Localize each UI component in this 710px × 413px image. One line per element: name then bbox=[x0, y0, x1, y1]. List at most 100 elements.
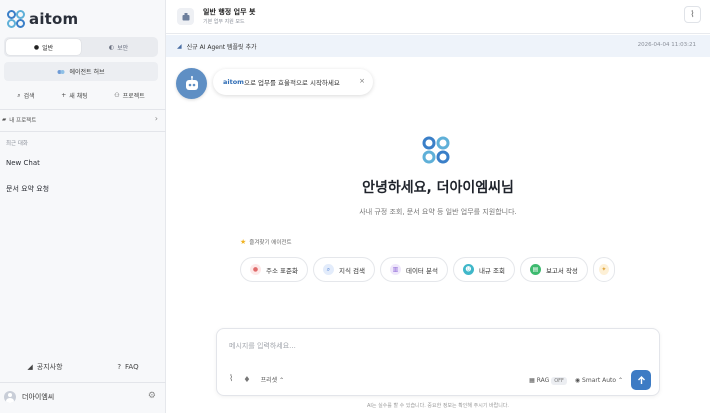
megaphone-icon: ◢ bbox=[177, 42, 182, 50]
bot-subtitle: 기본 업무 지원 모드 bbox=[203, 19, 245, 25]
folder-icon: ▰ bbox=[2, 117, 7, 123]
bubble-brand: aitom bbox=[223, 78, 244, 86]
notice-text: 신규 AI Agent 템플릿 추가 bbox=[186, 43, 257, 51]
favorites-label: ★ 즐겨찾기 에이전트 bbox=[240, 238, 292, 246]
chip-more[interactable]: ✦ bbox=[592, 257, 615, 282]
quick-label: 새 채팅 bbox=[69, 93, 88, 100]
mode-tab-general[interactable]: ● 일반 bbox=[6, 39, 81, 55]
chip-label: 보고서 작성 bbox=[545, 266, 578, 275]
notice-bar[interactable]: ◢ 신규 AI Agent 템플릿 추가 2026-04-04 11:03:21 bbox=[166, 35, 710, 57]
close-icon[interactable]: × bbox=[359, 77, 365, 85]
quick-label: 프로젝트 bbox=[122, 93, 145, 100]
chip-label: 내규 조회 bbox=[478, 266, 505, 275]
logo-text: aitom bbox=[29, 10, 79, 28]
notice-time: 2026-04-04 11:03:21 bbox=[637, 42, 696, 48]
robot-icon: ☻ bbox=[462, 264, 474, 275]
main-area: 일반 행정 업무 봇 기본 업무 지원 모드 ⌇ ◢ 신규 AI Agent 템… bbox=[166, 0, 710, 413]
mic-icon[interactable]: ♦ bbox=[243, 375, 250, 384]
faq-link-label: FAQ bbox=[125, 363, 139, 371]
project-icon: ⚇ bbox=[114, 92, 120, 99]
map-pin-icon: ● bbox=[250, 264, 261, 275]
app: aitom ● 일반 ◐ 보안 에이전트 허브 ⌕ 검색 + 새 채팅 ⚇ 프로… bbox=[0, 0, 710, 413]
robot-avatar[interactable] bbox=[176, 68, 207, 99]
chip-regulation[interactable]: ☻ 내규 조회 bbox=[452, 257, 515, 282]
divider bbox=[0, 131, 166, 132]
mode-tab-secure[interactable]: ◐ 보안 bbox=[81, 39, 156, 55]
sidebar-bottom-links: ◢ 공지사항 ? FAQ bbox=[0, 356, 166, 378]
chip-label: 지식 검색 bbox=[338, 266, 365, 275]
rag-state: OFF bbox=[551, 376, 567, 385]
notice-link[interactable]: ◢ 공지사항 bbox=[27, 362, 62, 372]
composer-tools-right: ▦ RAG OFF ◉ Smart Auto ⌃ bbox=[529, 370, 651, 390]
bubble-message: 으로 업무를 효율적으로 시작하세요 bbox=[243, 79, 340, 87]
robot-icon bbox=[185, 75, 198, 90]
preset-dropdown[interactable]: 프리셋 ⌃ bbox=[261, 375, 285, 384]
arrow-up-icon bbox=[637, 375, 645, 384]
project-button[interactable]: ⚇ 프로젝트 bbox=[114, 91, 144, 100]
greeting-title: 안녕하세요, 더아이엠씨님 bbox=[362, 180, 514, 196]
preset-label: 프리셋 bbox=[260, 376, 278, 384]
faq-link[interactable]: ? FAQ bbox=[117, 363, 138, 371]
chevron-right-icon: › bbox=[154, 114, 158, 123]
model-icon: ◉ bbox=[574, 376, 581, 384]
chat-item[interactable]: 문서 요약 요청 bbox=[6, 184, 49, 194]
send-button[interactable] bbox=[631, 370, 651, 390]
chip-data-analysis[interactable]: ▥ 데이터 분석 bbox=[379, 257, 448, 282]
agent-hub-button[interactable]: 에이전트 허브 bbox=[4, 62, 158, 81]
paperclip-icon: ⌇ bbox=[690, 9, 695, 20]
user-profile[interactable]: 더아이엠씨 ⚙ bbox=[4, 388, 160, 406]
chevron-up-icon: ⌃ bbox=[617, 376, 623, 384]
megaphone-icon: ◢ bbox=[27, 363, 33, 371]
divider bbox=[0, 382, 166, 383]
agent-hub-icon bbox=[57, 69, 65, 74]
composer-tools-left: ⌇ ♦ 프리셋 ⌃ bbox=[229, 374, 284, 384]
new-chat-button[interactable]: + 새 채팅 bbox=[61, 91, 88, 100]
bot-title: 일반 행정 업무 봇 bbox=[203, 8, 256, 16]
chart-icon: ▥ bbox=[389, 264, 401, 275]
star-icon: ★ bbox=[240, 238, 247, 246]
mode-tab-label: 보안 bbox=[117, 44, 129, 52]
header: 일반 행정 업무 봇 기본 업무 지원 모드 ⌇ bbox=[166, 0, 710, 34]
chat-item[interactable]: New Chat bbox=[6, 159, 40, 167]
search-icon: ⌕ bbox=[322, 264, 334, 275]
search-icon: ⌕ bbox=[17, 91, 21, 99]
logo-icon bbox=[7, 10, 25, 28]
chip-label: 데이터 분석 bbox=[405, 266, 438, 275]
plus-icon: + bbox=[61, 92, 67, 99]
message-input[interactable] bbox=[229, 342, 629, 350]
attachment-button[interactable]: ⌇ bbox=[684, 6, 701, 23]
gear-icon[interactable]: ⚙ bbox=[148, 391, 156, 401]
mode-tab-label: 일반 bbox=[42, 44, 54, 52]
rag-toggle[interactable]: ▦ RAG OFF bbox=[529, 376, 567, 385]
model-select[interactable]: ◉ Smart Auto ⌃ bbox=[575, 377, 623, 384]
help-icon: ? bbox=[117, 363, 122, 371]
chip-address[interactable]: ● 주소 표준화 bbox=[240, 257, 308, 282]
mode-toggle: ● 일반 ◐ 보안 bbox=[4, 37, 158, 57]
disclaimer: AI는 실수를 할 수 있습니다. 중요한 정보는 확인해 주시기 바랍니다. bbox=[367, 403, 509, 409]
search-button[interactable]: ⌕ 검색 bbox=[17, 91, 35, 101]
divider bbox=[0, 109, 166, 110]
greeting-subtitle: 사내 규정 조회, 문서 요약 등 일반 업무를 지원합니다. bbox=[359, 208, 517, 216]
message-composer: ⌇ ♦ 프리셋 ⌃ ▦ RAG OFF ◉ Smart Auto ⌃ bbox=[216, 328, 660, 396]
avatar bbox=[4, 391, 16, 403]
bot-icon bbox=[177, 8, 194, 25]
sidebar: aitom ● 일반 ◐ 보안 에이전트 허브 ⌕ 검색 + 새 채팅 ⚇ 프로… bbox=[0, 0, 166, 413]
onboarding-bubble: aitom 으로 업무를 효율적으로 시작하세요 × bbox=[213, 69, 373, 95]
recent-label: 최근 대화 bbox=[6, 141, 28, 147]
notice-link-label: 공지사항 bbox=[36, 363, 63, 371]
bulb-icon: ✦ bbox=[598, 264, 609, 275]
chip-knowledge-search[interactable]: ⌕ 지식 검색 bbox=[312, 257, 375, 282]
favorite-chips: ● 주소 표준화 ⌕ 지식 검색 ▥ 데이터 분석 ☻ 내규 조회 ▤ 보고서 … bbox=[240, 257, 615, 282]
document-icon: ▤ bbox=[529, 264, 541, 275]
attach-icon[interactable]: ⌇ bbox=[229, 374, 233, 384]
agent-hub-label: 에이전트 허브 bbox=[69, 69, 105, 76]
chat-icon: ● bbox=[33, 43, 40, 51]
database-icon: ▦ bbox=[529, 376, 535, 384]
projects-label: 내 프로젝트 bbox=[9, 118, 37, 124]
logo[interactable]: aitom bbox=[6, 9, 78, 29]
rag-label: RAG bbox=[536, 376, 550, 384]
chip-report[interactable]: ▤ 보고서 작성 bbox=[519, 257, 588, 282]
quick-label: 검색 bbox=[23, 93, 35, 100]
my-projects-row[interactable]: ▰ 내 프로젝트 › bbox=[2, 114, 160, 126]
chevron-up-icon: ⌃ bbox=[279, 376, 285, 384]
